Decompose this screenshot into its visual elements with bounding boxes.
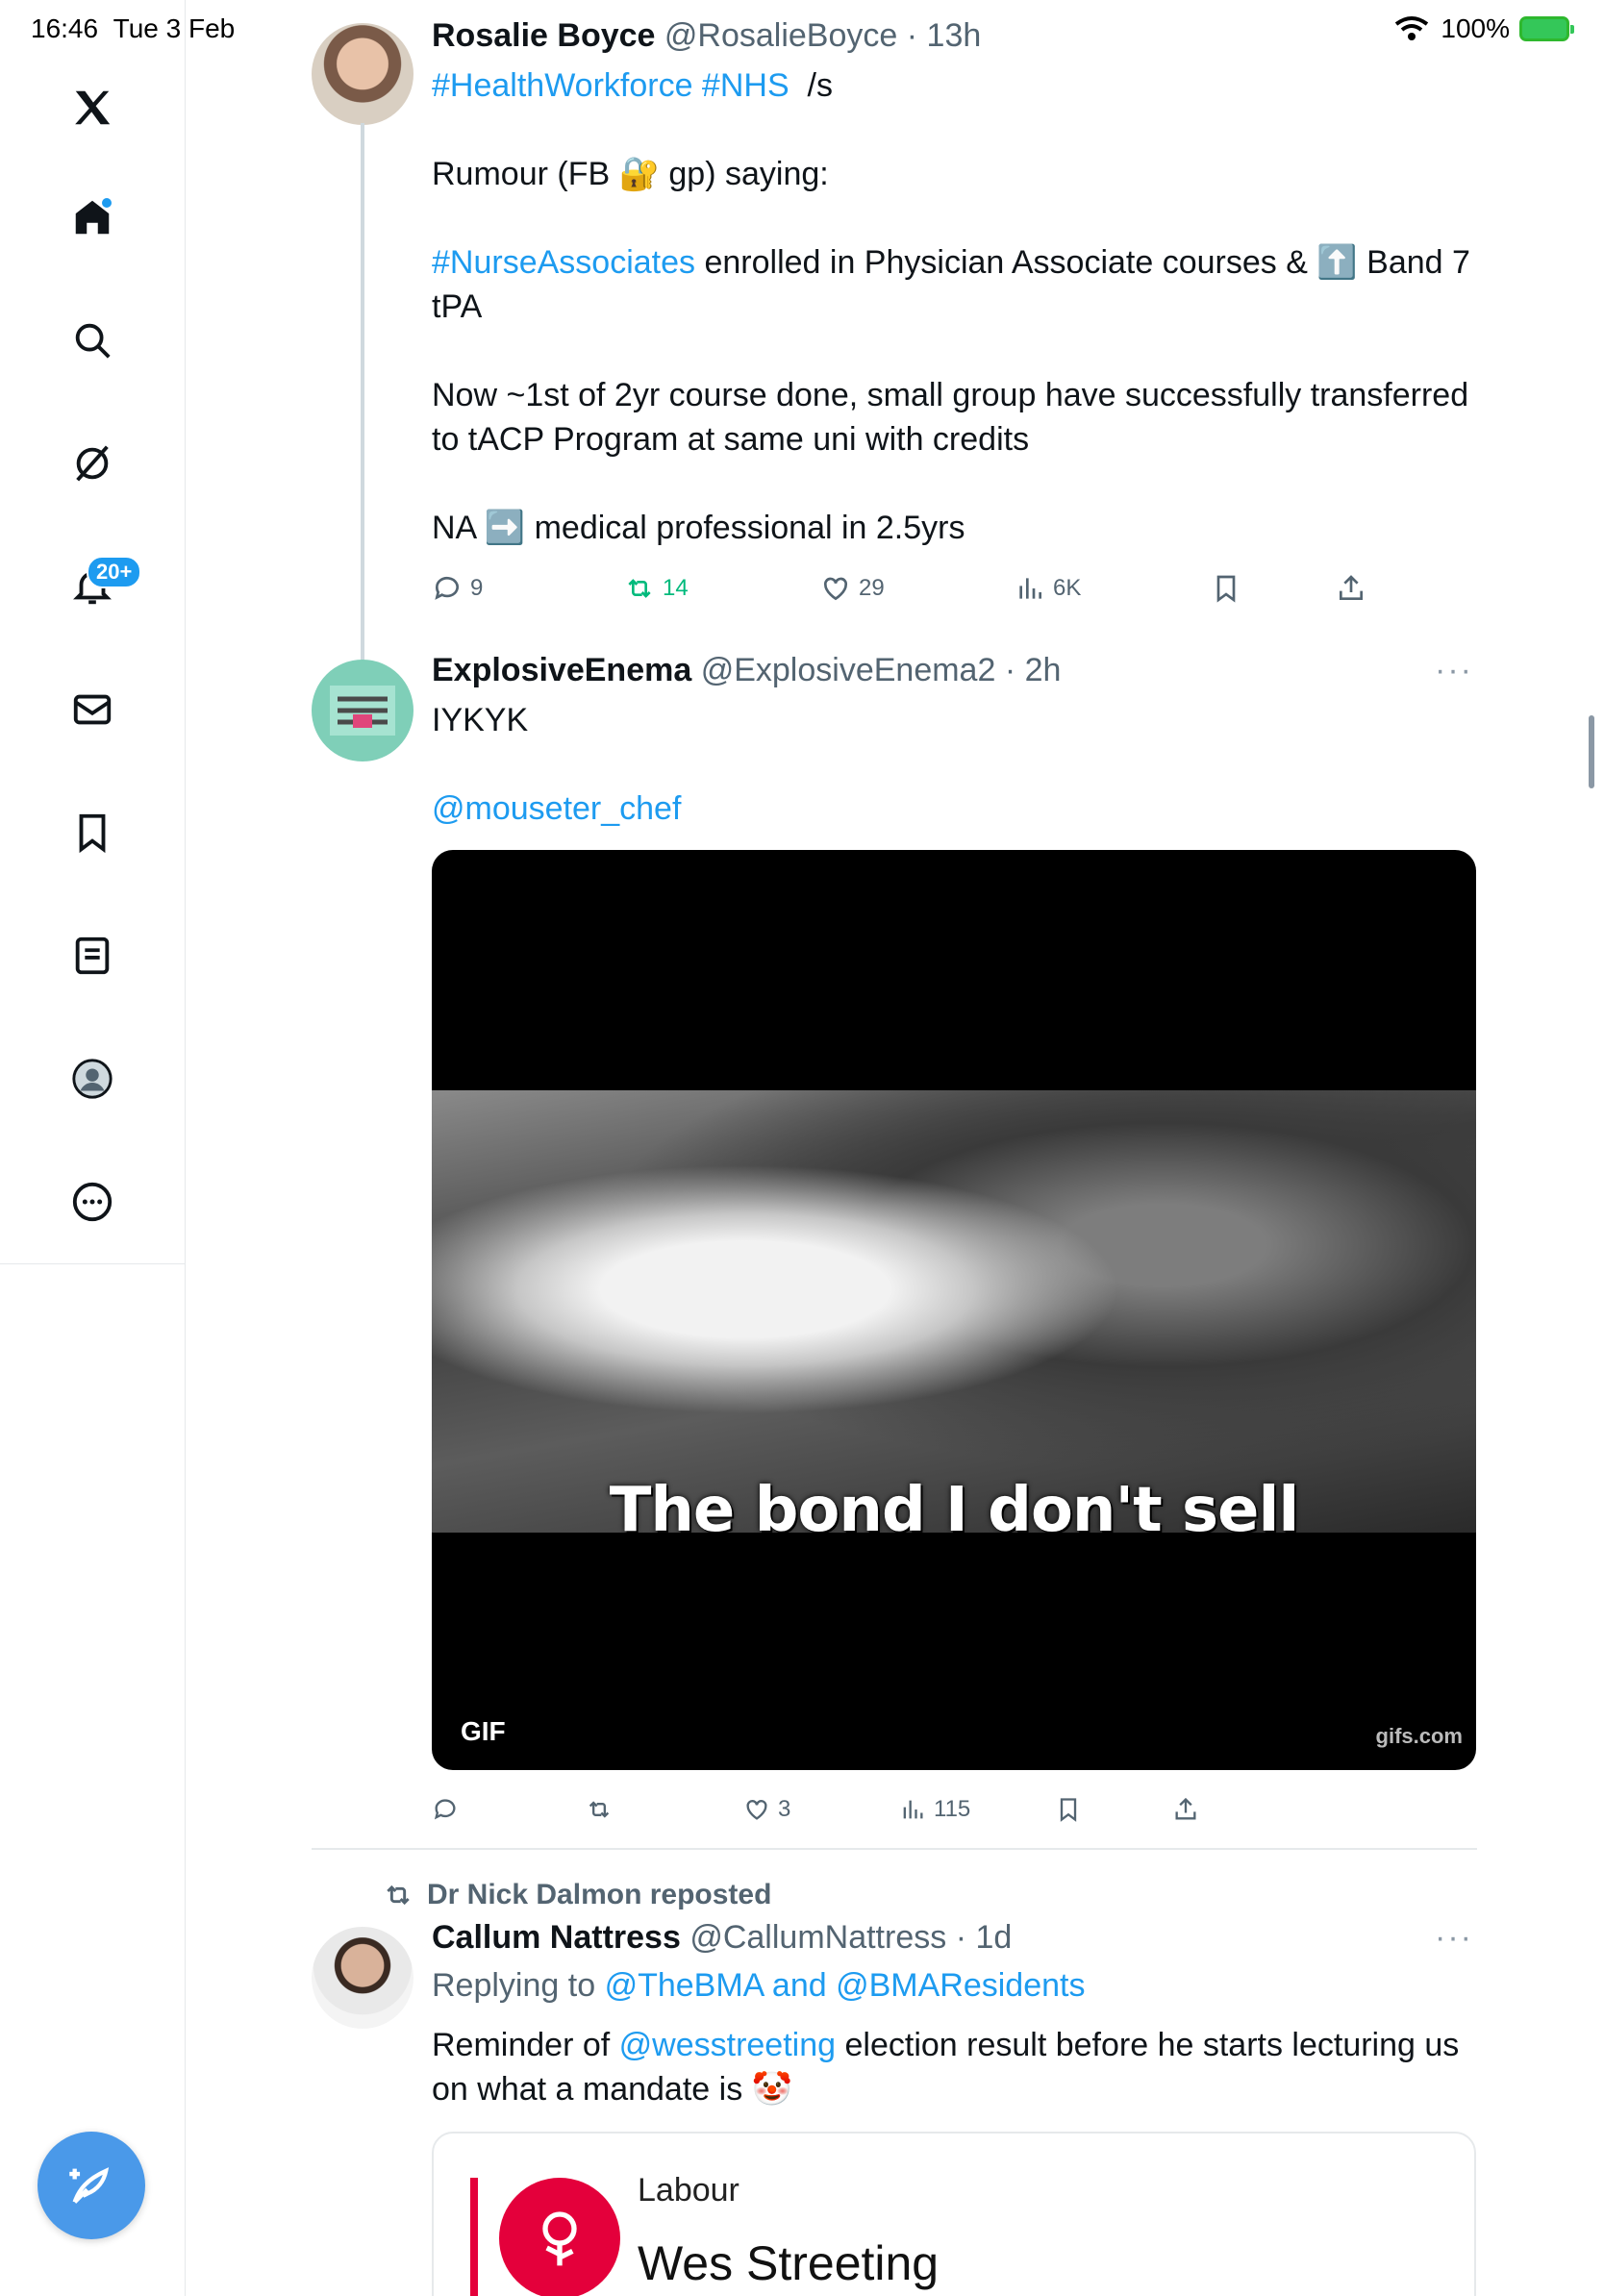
author-handle[interactable]: @ExplosiveEnema2: [701, 652, 996, 688]
share-button[interactable]: [1336, 573, 1366, 604]
compose-feather-icon: [69, 2167, 110, 2204]
up-arrow-emoji: ⬆️: [1316, 244, 1358, 281]
repost-icon: [628, 579, 651, 598]
avatar-rosalie[interactable]: [312, 23, 414, 125]
bookmark-button[interactable]: [1055, 1796, 1082, 1823]
more-options-icon[interactable]: [65, 1175, 119, 1229]
author-handle[interactable]: @RosalieBoyce: [664, 17, 897, 54]
avatar-explosiveenema[interactable]: [312, 660, 414, 761]
compose-post-button[interactable]: [38, 2132, 145, 2239]
author-name[interactable]: ExplosiveEnema: [432, 652, 691, 688]
share-icon: [1340, 575, 1363, 600]
share-button[interactable]: [1172, 1796, 1199, 1823]
hashtag-link[interactable]: #HealthWorkforce #NHS: [432, 67, 789, 104]
post-age[interactable]: 1d: [975, 1919, 1012, 1956]
mention-link[interactable]: @wesstreeting: [619, 2027, 836, 2063]
reply-icon: [435, 576, 459, 600]
home-unread-dot: [100, 196, 113, 210]
repost-button[interactable]: [586, 1796, 613, 1823]
gif-watermark: gifs.com: [1375, 1724, 1463, 1748]
sidebar: 20+: [0, 0, 186, 2296]
messages-icon[interactable]: [65, 683, 119, 736]
views-button[interactable]: 6K: [1015, 573, 1081, 604]
author-name[interactable]: Callum Nattress: [432, 1919, 681, 1956]
x-logo-icon[interactable]: [65, 81, 119, 135]
card-party: Labour: [638, 2172, 739, 2209]
clown-emoji: 🤡: [751, 2071, 792, 2108]
share-icon: [1175, 1797, 1196, 1820]
home-icon[interactable]: [65, 190, 119, 244]
tweet-actions: 9 14 29 6K: [432, 569, 1393, 608]
more-menu-icon[interactable]: ···: [1435, 1919, 1473, 1957]
labour-rose-logo: [499, 2178, 620, 2296]
gif-label: GIF: [461, 1716, 506, 1746]
rose-icon: [542, 2211, 577, 2266]
hashtag-link[interactable]: #NurseAssociates: [432, 244, 695, 281]
notifications-badge: 20+: [87, 556, 142, 588]
sidebar-divider: [0, 1263, 186, 1264]
right-arrow-emoji: ➡️: [484, 510, 526, 546]
reply-button[interactable]: 9: [432, 573, 483, 604]
battery-percent: 100%: [1441, 13, 1510, 43]
views-icon: [1019, 578, 1041, 599]
reply-icon: [434, 1799, 456, 1820]
party-color-bar: [470, 2178, 478, 2296]
like-button[interactable]: 29: [820, 573, 885, 604]
replying-to-links[interactable]: @TheBMA and @BMAResidents: [605, 1967, 1086, 2004]
search-icon[interactable]: [65, 313, 119, 367]
lock-emoji: 🔐: [618, 156, 660, 192]
heart-icon: [823, 577, 848, 601]
wifi-icon: [1395, 16, 1429, 40]
notifications-icon[interactable]: 20+: [65, 556, 142, 613]
thread-line: [361, 123, 364, 661]
author-name[interactable]: Rosalie Boyce: [432, 17, 655, 54]
mention-link[interactable]: @mouseter_chef: [432, 790, 681, 827]
card-candidate: Wes Streeting: [638, 2236, 940, 2290]
bookmarks-icon[interactable]: [65, 806, 119, 860]
bookmark-icon: [1216, 575, 1236, 603]
tweet-header: ExplosiveEnema @ExplosiveEnema2 · 2h: [432, 652, 1062, 688]
heart-icon: [746, 1800, 767, 1820]
tweet-actions: 3 115: [432, 1790, 1393, 1829]
repost-icon: [387, 1884, 410, 1906]
repost-context[interactable]: Dr Nick Dalmon reposted: [383, 1879, 771, 1911]
views-icon: [903, 1800, 923, 1819]
avatar-callum[interactable]: [312, 1927, 414, 2029]
status-indicators: 100%: [1392, 13, 1574, 44]
like-button[interactable]: 3: [743, 1796, 790, 1823]
grok-icon[interactable]: [65, 437, 119, 490]
author-handle[interactable]: @CallumNattress: [689, 1919, 946, 1956]
views-button[interactable]: 115: [899, 1796, 970, 1823]
profile-icon[interactable]: [65, 1052, 119, 1106]
bookmark-button[interactable]: [1211, 573, 1241, 604]
gif-frame: [432, 1090, 1476, 1533]
lists-icon[interactable]: [65, 929, 119, 983]
more-menu-icon[interactable]: ···: [1435, 652, 1473, 689]
tweet-text: #HealthWorkforce #NHS /s Rumour (FB 🔐 gp…: [432, 67, 1470, 546]
reply-button[interactable]: [432, 1796, 459, 1823]
gif-caption: The bond I don't sell: [609, 1475, 1300, 1546]
gmc-logo-icon: [330, 686, 395, 736]
replying-to: Replying to @TheBMA and @BMAResidents: [432, 1967, 1086, 2004]
tweet-separator: [312, 1848, 1477, 1850]
scroll-indicator[interactable]: [1589, 715, 1594, 788]
embedded-image-card[interactable]: Labour Wes Streeting: [432, 2132, 1476, 2296]
tweet-header: Rosalie Boyce @RosalieBoyce · 13h: [432, 17, 982, 54]
repost-icon: [589, 1801, 610, 1818]
tweet-text: IYKYK @mouseter_chef: [432, 702, 682, 827]
tweet-header: Callum Nattress @CallumNattress · 1d: [432, 1919, 1013, 1956]
post-age[interactable]: 13h: [927, 17, 982, 54]
tweet-text: Reminder of @wesstreeting election resul…: [432, 2027, 1460, 2108]
gif-media[interactable]: The bond I don't sell GIF gifs.com: [432, 850, 1476, 1770]
battery-icon: [1519, 16, 1574, 41]
repost-button[interactable]: 14: [624, 573, 689, 604]
post-age[interactable]: 2h: [1025, 652, 1062, 688]
bookmark-icon: [1060, 1798, 1077, 1822]
